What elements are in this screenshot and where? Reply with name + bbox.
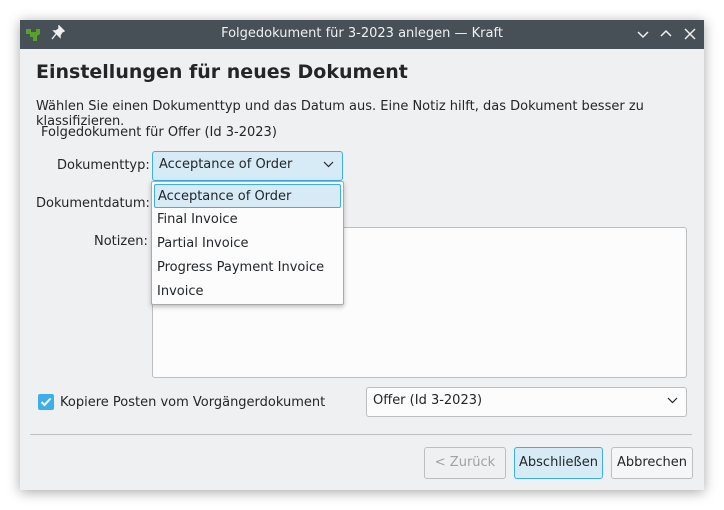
checkmark-icon [40,397,52,407]
doctype-option[interactable]: Final Invoice [154,208,341,232]
separator [30,434,692,435]
cancel-button[interactable]: Abbrechen [611,447,693,479]
window-title: Folgedokument für 3-2023 anlegen — Kraft [221,26,503,41]
doctype-option[interactable]: Acceptance of Order [154,184,341,208]
finish-button[interactable]: Abschließen [514,447,603,479]
doctype-value: Acceptance of Order [159,157,293,172]
chevron-down-icon [323,161,334,168]
copy-items-label[interactable]: Kopiere Posten vom Vorgängerdokument [60,395,325,410]
back-button[interactable]: < Zurück [424,447,506,479]
doctype-label: Dokumenttyp: [57,158,150,173]
doctype-option[interactable]: Partial Invoice [154,232,341,256]
chevron-down-icon[interactable] [634,25,652,43]
chevron-down-icon [667,397,678,404]
source-document-combobox[interactable]: Offer (Id 3-2023) [366,387,687,417]
doctype-option[interactable]: Progress Payment Invoice [154,256,341,280]
copy-items-checkbox[interactable] [38,394,54,410]
doctype-option[interactable]: Invoice [154,280,341,304]
doctype-combobox[interactable]: Acceptance of Order [152,151,343,181]
notes-label: Notizen: [94,234,148,249]
source-document-value: Offer (Id 3-2023) [373,393,483,408]
dialog-window: Folgedokument für 3-2023 anlegen — Kraft… [20,20,704,490]
chevron-up-icon[interactable] [657,25,675,43]
page-title: Einstellungen für neues Dokument [36,61,408,83]
follow-up-subtitle: Folgedokument für Offer (Id 3-2023) [41,125,277,140]
title-bar: Folgedokument für 3-2023 anlegen — Kraft [20,20,704,49]
date-label: Dokumentdatum: [36,196,150,211]
doctype-dropdown-list: Acceptance of Order Final Invoice Partia… [151,181,344,305]
close-icon[interactable] [681,25,699,43]
